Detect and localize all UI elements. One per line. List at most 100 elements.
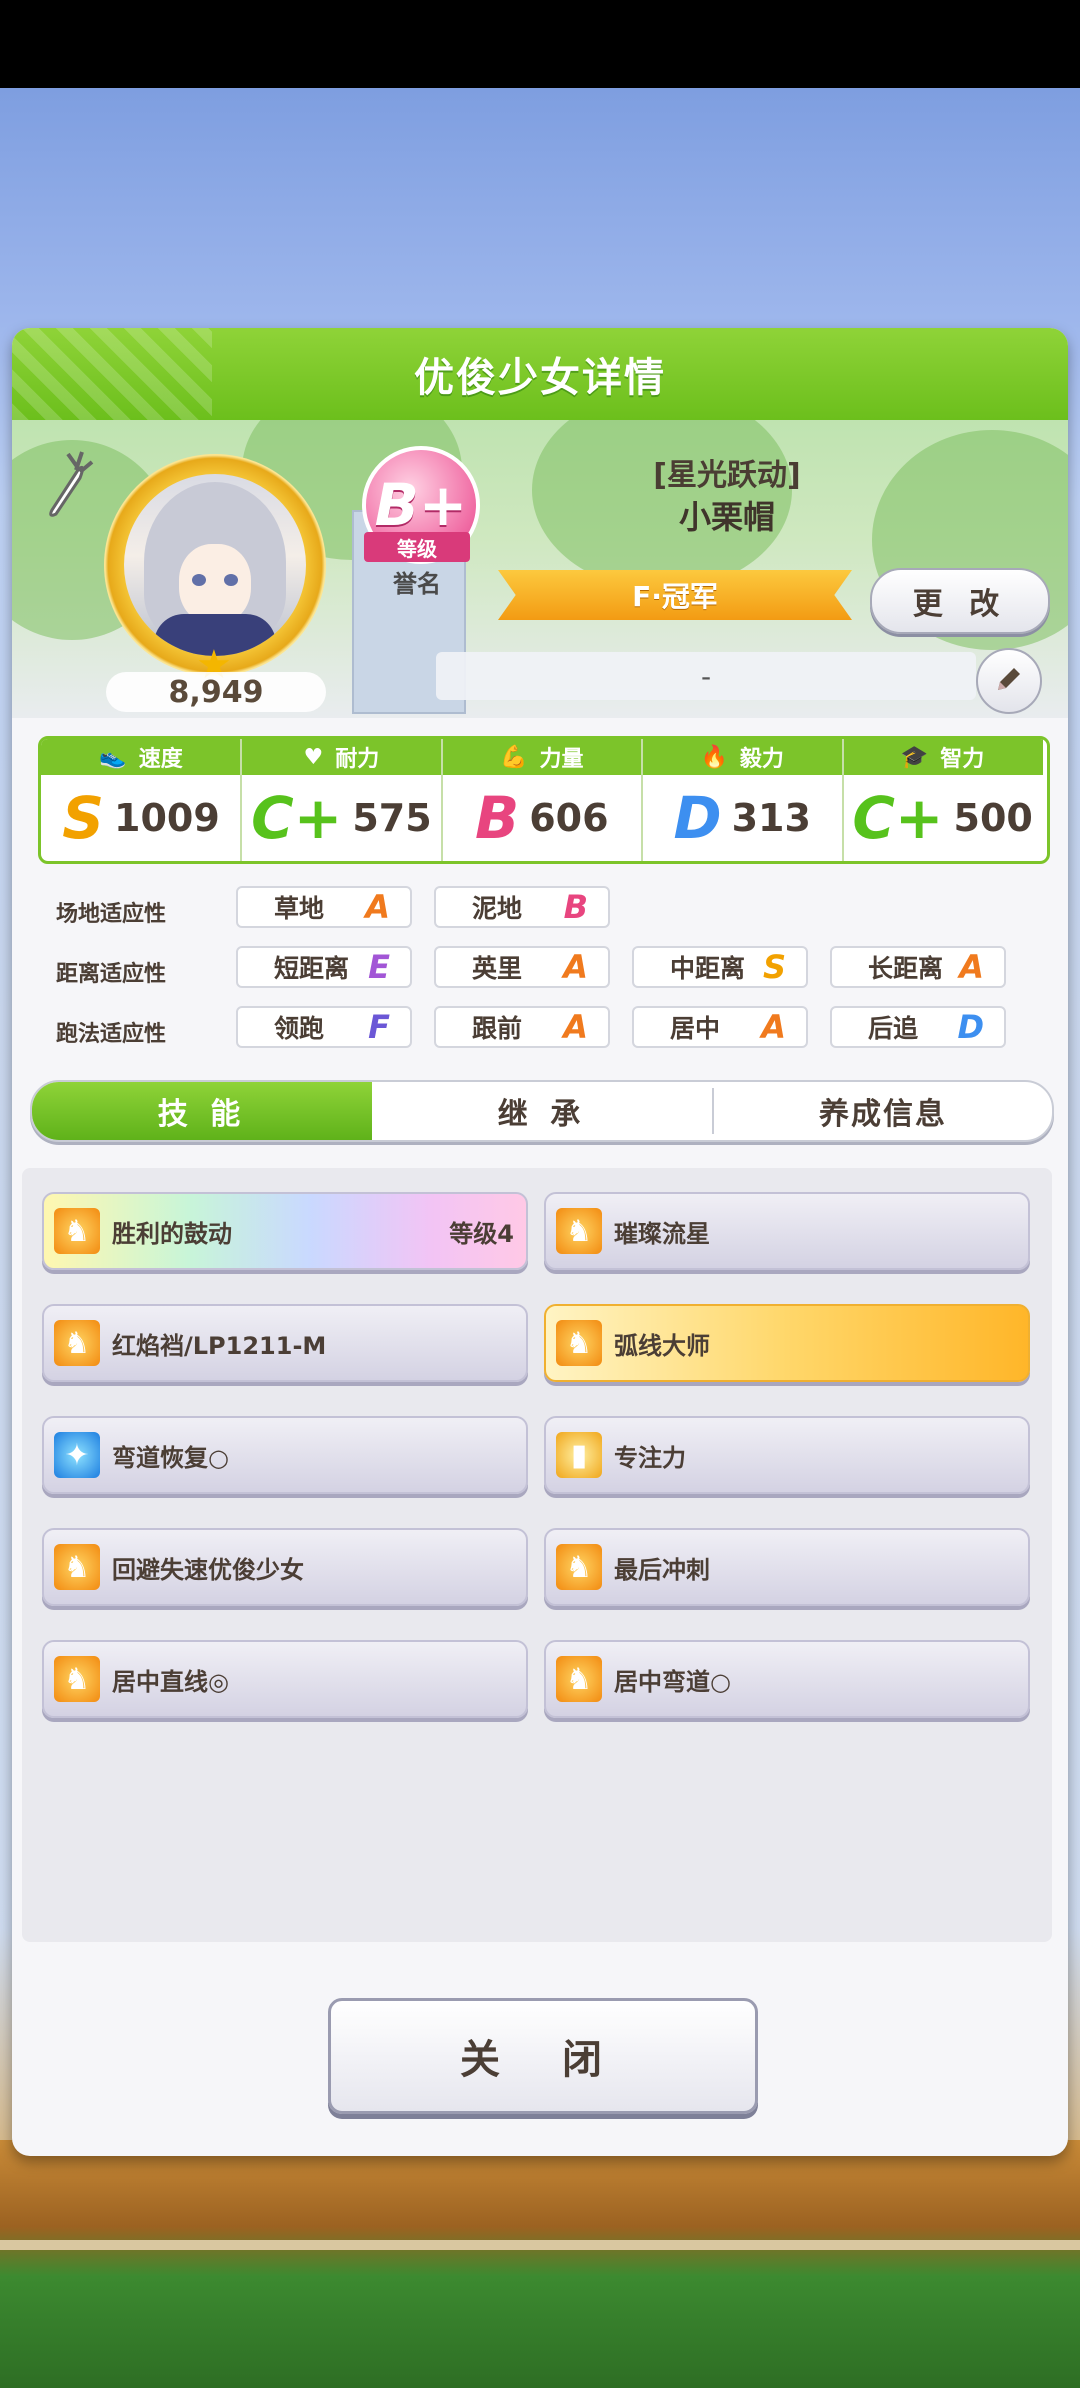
skill-item[interactable]: ✦ 弯道恢复○ <box>42 1416 528 1494</box>
tab-skills[interactable]: 技 能 <box>32 1082 372 1140</box>
aptitude-grade: E <box>368 948 390 986</box>
stat-label: 力量 <box>539 747 584 772</box>
skill-name: 专注力 <box>614 1443 686 1472</box>
gate-icon: ▮ <box>556 1432 602 1478</box>
stat-value: 1009 <box>114 796 220 840</box>
skill-level: 等级4 <box>449 1219 514 1248</box>
fan-count: 8,949 <box>106 672 326 712</box>
stat-header: ♥ 耐力 <box>241 739 442 775</box>
character-portrait[interactable] <box>124 474 306 656</box>
aptitude-distance-item: 短距离 E <box>236 946 412 988</box>
skill-item[interactable]: ♞ 胜利的鼓动 等级4 <box>42 1192 528 1270</box>
aptitude-name: 居中 <box>670 1014 721 1043</box>
profile-banner: ★ 8,949 B+ 等级 誉名 [星光跃动] 小栗帽 F·冠军 更 改 - <box>12 420 1068 718</box>
aptitude-grade: A <box>959 948 984 986</box>
skill-item[interactable]: ▮ 专注力 <box>544 1416 1030 1494</box>
close-button[interactable]: 关 闭 <box>328 1998 758 2114</box>
comment-field: - <box>436 652 976 700</box>
skill-name: 胜利的鼓动 <box>112 1219 232 1248</box>
aptitude-label-style: 跑法适应性 <box>56 1022 167 1047</box>
skill-item[interactable]: ♞ 居中直线◎ <box>42 1640 528 1718</box>
stat-3: 🔥 毅力 D 313 <box>642 739 843 861</box>
aptitude-style-item: 居中 A <box>632 1006 808 1048</box>
dialog-title: 优俊少女详情 <box>414 355 666 401</box>
stat-label: 毅力 <box>739 747 784 772</box>
aptitude-track-item: 草地 A <box>236 886 412 928</box>
aptitude-style-item: 跟前 A <box>434 1006 610 1048</box>
pencil-icon <box>992 662 1026 700</box>
stat-0: 👟 速度 S 1009 <box>41 739 241 861</box>
character-epithet: [星光跃动] <box>653 458 801 493</box>
aptitude-name: 短距离 <box>274 954 350 983</box>
flame-icon: 🔥 <box>700 744 728 770</box>
aptitude-label-track: 场地适应性 <box>56 902 167 927</box>
aptitude-grade: D <box>957 1008 984 1046</box>
stat-1: ♥ 耐力 C+ 575 <box>241 739 442 861</box>
skill-item[interactable]: ♞ 弧线大师 <box>544 1304 1030 1382</box>
stat-value: 313 <box>731 796 811 840</box>
skill-name: 回避失速优俊少女 <box>112 1555 304 1584</box>
tab-inheritance[interactable]: 继 承 <box>372 1082 712 1140</box>
aptitude-name: 后追 <box>868 1014 919 1043</box>
change-title-button[interactable]: 更 改 <box>870 568 1050 634</box>
stats-panel: 👟 速度 S 1009 ♥ 耐力 C+ 575 💪 力量 B 606 🔥 毅力 D 313 🎓 智力 C+ 500 <box>38 736 1050 864</box>
aptitude-style-item: 后追 D <box>830 1006 1006 1048</box>
aptitude-name: 草地 <box>274 894 325 923</box>
skill-item[interactable]: ♞ 最后冲刺 <box>544 1528 1030 1606</box>
aptitude-grade: A <box>563 1008 588 1046</box>
stat-value: 575 <box>352 796 432 840</box>
aptitude-label-distance: 距离适应性 <box>56 962 167 987</box>
stat-header: 🔥 毅力 <box>642 739 843 775</box>
skill-name: 红焰裆/LP1211-M <box>112 1331 327 1360</box>
carrot-icon <box>38 448 94 518</box>
aptitude-name: 英里 <box>472 954 523 983</box>
aptitude-name: 泥地 <box>472 894 523 923</box>
skill-name: 居中弯道○ <box>614 1667 731 1696</box>
stat-grade: C+ <box>251 784 343 852</box>
skill-name: 最后冲刺 <box>614 1555 710 1584</box>
skill-name: 弧线大师 <box>614 1331 710 1360</box>
character-name: 小栗帽 <box>678 498 775 536</box>
aptitude-name: 长距离 <box>868 954 944 983</box>
background-racetrack <box>0 2140 1080 2388</box>
fire-icon: ♞ <box>54 1544 100 1590</box>
fire-icon: ♞ <box>54 1656 100 1702</box>
background-fence <box>0 2240 1080 2250</box>
skill-name: 璀璨流星 <box>614 1219 710 1248</box>
honor-title-ribbon: F·冠军 <box>498 570 852 620</box>
arm-icon: 💪 <box>500 744 528 770</box>
aptitude-track-item: 泥地 B <box>434 886 610 928</box>
dialog-header: 优俊少女详情 <box>12 328 1068 420</box>
aptitude-grade: B <box>563 888 588 926</box>
skill-name: 弯道恢复○ <box>112 1443 229 1472</box>
fire-icon: ♞ <box>556 1208 602 1254</box>
skill-item[interactable]: ♞ 居中弯道○ <box>544 1640 1030 1718</box>
graduation-cap-icon: 🎓 <box>900 744 929 770</box>
edit-comment-button[interactable] <box>976 648 1042 714</box>
aptitude-distance-item: 中距离 S <box>632 946 808 988</box>
stat-label: 智力 <box>940 747 985 772</box>
aptitude-name: 中距离 <box>670 954 746 983</box>
stat-grade: S <box>62 784 104 852</box>
stat-label: 速度 <box>138 747 183 772</box>
stat-grade: C+ <box>852 784 944 852</box>
fire-icon: ♞ <box>556 1656 602 1702</box>
skill-item[interactable]: ♞ 璀璨流星 <box>544 1192 1030 1270</box>
stat-grade: B <box>475 784 520 852</box>
fire-icon: ♞ <box>54 1320 100 1366</box>
stat-value: 500 <box>953 796 1033 840</box>
tab-training-info[interactable]: 养成信息 <box>714 1082 1052 1140</box>
stat-header: 💪 力量 <box>441 739 642 775</box>
rank-label: 等级 <box>364 532 470 562</box>
detail-tabs: 技 能 继 承 养成信息 <box>30 1080 1054 1142</box>
aptitude-distance-item: 英里 A <box>434 946 610 988</box>
fire-icon: ♞ <box>556 1320 602 1366</box>
aptitude-grade: S <box>762 948 786 986</box>
heart-icon: ♥ <box>303 744 324 770</box>
aptitude-grade: F <box>368 1008 390 1046</box>
aptitude-grade: A <box>761 1008 786 1046</box>
aptitude-name: 跟前 <box>472 1014 523 1043</box>
skill-item[interactable]: ♞ 回避失速优俊少女 <box>42 1528 528 1606</box>
skill-item[interactable]: ♞ 红焰裆/LP1211-M <box>42 1304 528 1382</box>
aptitude-style-item: 领跑 F <box>236 1006 412 1048</box>
